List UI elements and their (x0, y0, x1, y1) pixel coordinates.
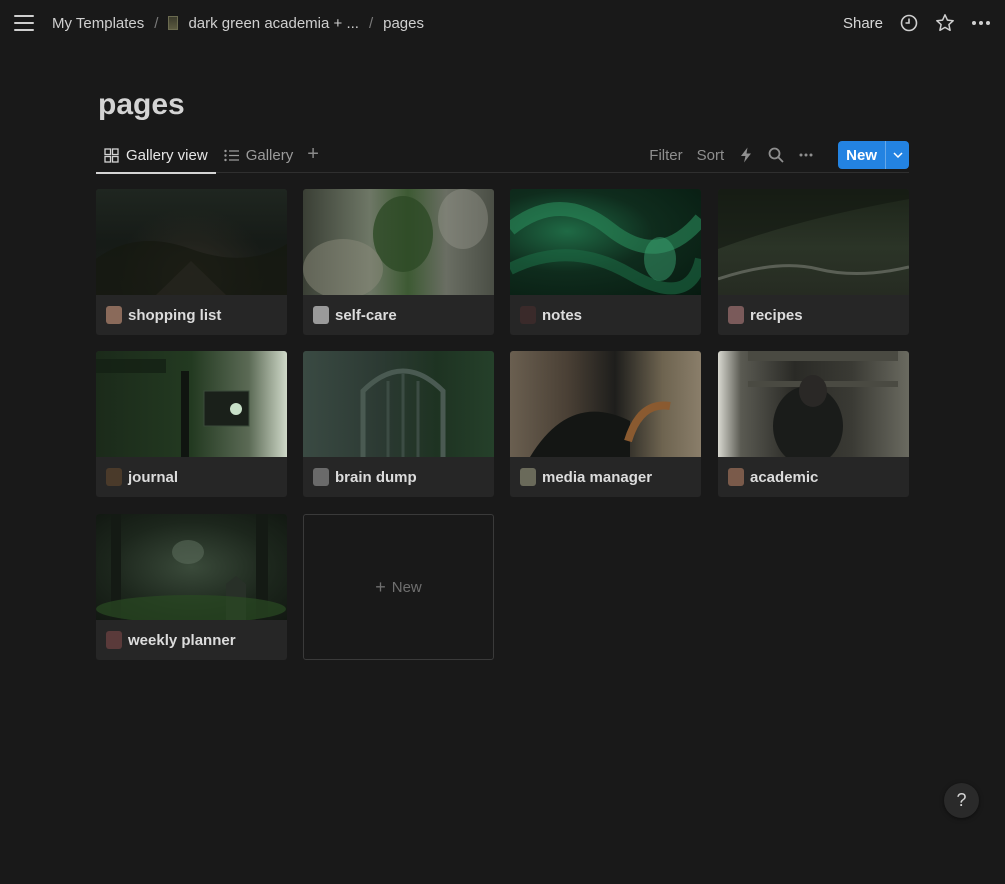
more-icon[interactable] (798, 147, 814, 163)
page-icon (168, 15, 179, 30)
gallery-card-media-manager[interactable]: media manager (510, 351, 701, 497)
gallery-card-academic[interactable]: academic (718, 351, 909, 497)
page-icon (106, 468, 122, 486)
page-icon (520, 306, 536, 324)
card-title-text: notes (542, 306, 583, 324)
new-page-label: New (391, 578, 422, 596)
card-title-text: media manager (542, 468, 653, 486)
card-title: notes (510, 295, 701, 335)
gallery-card-notes[interactable]: notes (510, 189, 701, 335)
page-icon (728, 468, 744, 486)
page-icon (520, 468, 536, 486)
gallery-card-self-care[interactable]: self-care (303, 189, 494, 335)
page-icon (106, 631, 122, 649)
breadcrumb-pages[interactable]: pages (381, 13, 426, 34)
gallery-card-brain-dump[interactable]: brain dump (303, 351, 494, 497)
card-title-text: recipes (750, 306, 803, 324)
card-title: recipes (718, 295, 909, 335)
help-button[interactable]: ? (944, 783, 979, 818)
breadcrumb-separator: / (154, 14, 159, 32)
card-title-text: shopping list (128, 306, 222, 324)
new-button-label: New (846, 146, 877, 164)
gallery-grid-icon (104, 147, 119, 163)
filter-button[interactable]: Filter (649, 147, 682, 164)
page-icon (313, 468, 329, 486)
sort-button[interactable]: Sort (697, 147, 725, 164)
chevron-down-icon[interactable] (885, 141, 909, 169)
breadcrumb-template-label: dark green academia + ... (188, 14, 359, 32)
breadcrumb-separator: / (368, 14, 374, 32)
cover-image (303, 351, 494, 457)
page-title: pages (98, 88, 185, 121)
lightning-icon[interactable] (738, 147, 754, 163)
cover-image (303, 189, 494, 295)
tab-label: Gallery (245, 146, 294, 164)
plus-icon: + (375, 576, 386, 597)
menu-icon[interactable] (14, 15, 34, 31)
card-title-text: journal (128, 468, 179, 486)
cover-image (96, 351, 287, 457)
gallery-card-weekly-planner[interactable]: weekly planner (96, 514, 287, 660)
top-bar: My Templates / dark green academia + ...… (0, 0, 1005, 46)
search-icon[interactable] (768, 147, 784, 163)
add-view-icon[interactable]: + (301, 144, 325, 164)
new-page-card[interactable]: + New (303, 514, 494, 660)
card-title: shopping list (96, 295, 287, 335)
new-button[interactable]: New (838, 141, 909, 169)
gallery-card-journal[interactable]: journal (96, 351, 287, 497)
cover-image (96, 514, 287, 620)
breadcrumb-template[interactable]: dark green academia + ... (166, 13, 361, 34)
card-title: brain dump (303, 457, 494, 497)
clock-icon[interactable] (899, 13, 919, 33)
gallery-card-shopping-list[interactable]: shopping list (96, 189, 287, 335)
star-icon[interactable] (935, 13, 955, 33)
cover-image (96, 189, 287, 295)
card-title-text: academic (750, 468, 819, 486)
more-options-icon[interactable] (971, 13, 991, 33)
breadcrumb-my-templates[interactable]: My Templates (50, 13, 146, 34)
cover-image (510, 189, 701, 295)
tab-gallery[interactable]: Gallery (216, 138, 302, 173)
gallery-card-recipes[interactable]: recipes (718, 189, 909, 335)
card-title: journal (96, 457, 287, 497)
cover-image (510, 351, 701, 457)
cover-image (718, 189, 909, 295)
card-title-text: self-care (335, 306, 397, 324)
card-title-text: weekly planner (128, 631, 236, 649)
page-icon (313, 306, 329, 324)
card-title: self-care (303, 295, 494, 335)
list-icon (223, 149, 239, 161)
view-bar: Gallery view Gallery + Filter Sort New (96, 138, 909, 174)
tab-gallery-view[interactable]: Gallery view (96, 138, 216, 174)
page-icon (728, 306, 744, 324)
page-icon (106, 306, 122, 324)
tab-label: Gallery view (126, 146, 208, 164)
card-title-text: brain dump (335, 468, 417, 486)
cover-image (718, 351, 909, 457)
card-title: weekly planner (96, 620, 287, 660)
card-title: academic (718, 457, 909, 497)
share-button[interactable]: Share (843, 15, 883, 32)
card-title: media manager (510, 457, 701, 497)
